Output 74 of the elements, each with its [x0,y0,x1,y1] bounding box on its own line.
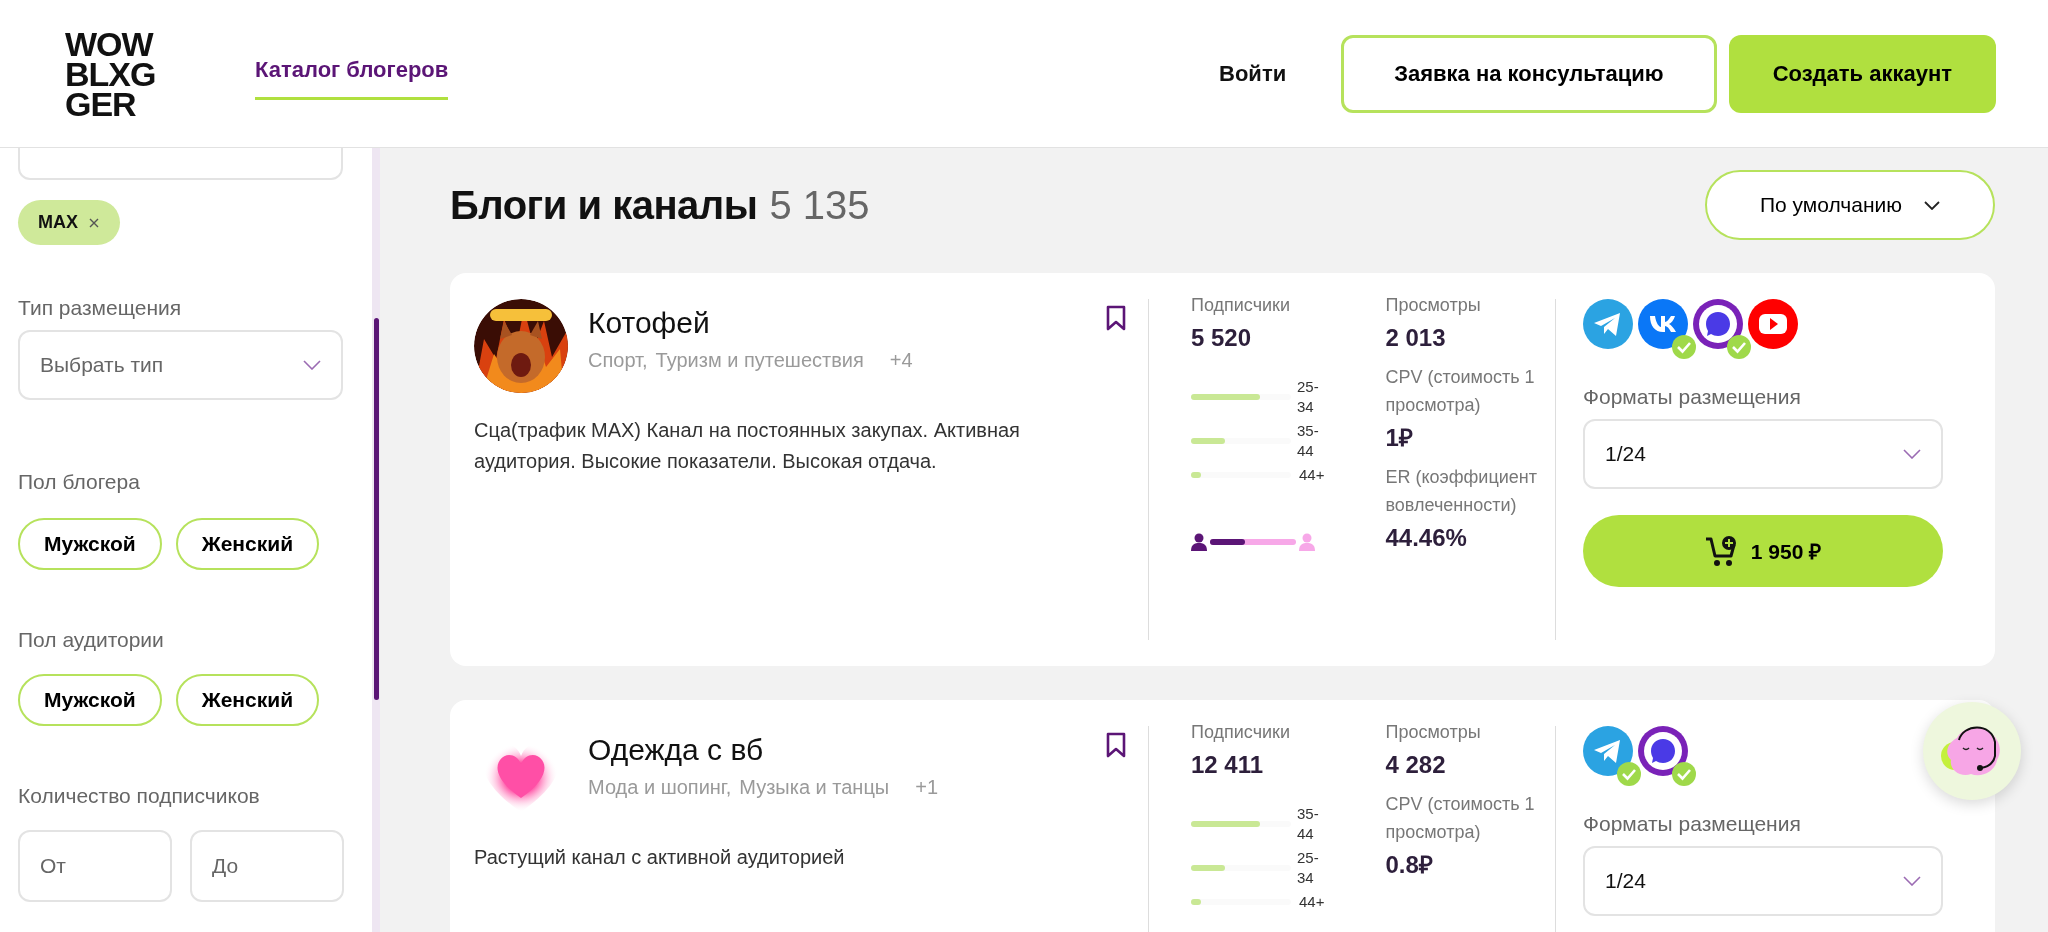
youtube-icon[interactable] [1748,299,1798,349]
verified-badge-icon [1672,335,1696,359]
stat-label: Просмотры [1385,294,1482,317]
bookmark-icon[interactable] [1106,305,1126,331]
blogger-name[interactable]: Котофей [588,305,1106,341]
stat-value: 4 282 [1385,750,1447,780]
filter-label: Пол блогера [18,470,141,494]
filter-label: Тип размещения [18,296,183,320]
verified-badge-icon [1727,335,1751,359]
chevron-icon [1924,200,1940,210]
from-input[interactable]: От [18,830,172,902]
vk-icon[interactable] [1638,299,1688,349]
cart-icon [1704,535,1739,567]
gender-option[interactable]: Мужской [18,518,162,570]
close-icon[interactable] [88,216,100,229]
stat-value: 44.46% [1385,523,1468,553]
chevron-icon [1903,876,1921,886]
blogger-name[interactable]: Одежда с вб [588,732,1106,768]
male-icon [1191,533,1207,551]
format-select[interactable]: 1/24 [1583,419,1943,489]
gender-option[interactable]: Мужской [18,674,162,726]
filter-label: Количество подписчиков [18,784,261,808]
female-icon [1299,533,1315,551]
to-input[interactable]: До [190,830,344,902]
telegram-icon[interactable] [1583,726,1633,776]
formats-label: Форматы размещения [1583,812,1802,836]
scrollbar-thumb[interactable] [374,318,379,700]
bookmark-icon[interactable] [1106,732,1126,758]
stat-label: Подписчики [1191,294,1292,317]
add-to-cart-button[interactable]: 1 950 ₽ [1583,515,1943,587]
chat-bubble-icon[interactable] [1638,726,1688,776]
stat-label: Просмотры [1385,721,1482,744]
formats-label: Форматы размещения [1583,385,1802,409]
chat-bubble-icon[interactable] [1693,299,1743,349]
format-select[interactable]: 1/24 [1583,846,1943,916]
stat-label: ER (коэффициент вовлеченности) [1385,466,1538,517]
login-link[interactable]: Войти [1219,60,1287,87]
nav-tab[interactable]: Каталог блогеров [255,47,449,100]
verified-badge-icon [1617,762,1641,786]
age-label: 25-34 [1297,377,1320,417]
category-tag: Мода и шопинг, [588,776,732,799]
chevron-icon [1903,449,1921,459]
gender-option[interactable]: Женский [175,518,320,570]
filter-label: Пол аудитории [18,628,165,652]
stat-value: 2 013 [1385,323,1447,353]
category-tag: Спорт, [588,349,648,372]
gender-option[interactable]: Женский [175,674,320,726]
age-label: 35-44 [1297,804,1320,844]
category-tag: Музыка и танцы [739,776,890,799]
chevron-icon [303,360,321,370]
placement-select[interactable]: Выбрать тип [18,330,343,400]
catalog-title: Блоги и каналы [450,182,758,228]
stat-label: CPV (стоимость 1 просмотра) [1385,793,1536,844]
result-count: 5 135 [769,182,870,228]
age-label: 25-34 [1297,848,1320,888]
sort-dropdown[interactable]: По умолчанию [1705,170,1995,240]
stat-value: 0.8₽ [1385,850,1434,880]
stat-label: Подписчики [1191,721,1292,744]
category-tag: Туризм и путешествия [655,349,864,372]
consultation-button[interactable]: Заявка на консультацию [1341,34,1717,113]
stat-value: 12 411 [1191,750,1265,780]
stat-value: 5 520 [1191,323,1253,353]
verified-badge-icon [1672,762,1696,786]
channel-description: Сца(трафик MAX) Канал на постоянных закупах. Активная аудитория. Высокие показатели. Высокая отдача. [474,418,1021,474]
channel-description: Растущий канал с активной аудиторией [474,845,846,870]
telegram-icon[interactable] [1583,299,1633,349]
logo[interactable]: WOW BLXG GER [65,28,195,119]
age-label: 44+ [1299,892,1326,912]
filter-chip[interactable]: MAX [18,200,120,245]
create-account-button[interactable]: Создать аккаунт [1728,34,1996,113]
stat-label: CPV (стоимость 1 просмотра) [1385,366,1536,417]
stat-value: 1₽ [1385,423,1414,453]
age-label: 35-44 [1297,421,1320,461]
age-label: 44+ [1299,465,1326,485]
